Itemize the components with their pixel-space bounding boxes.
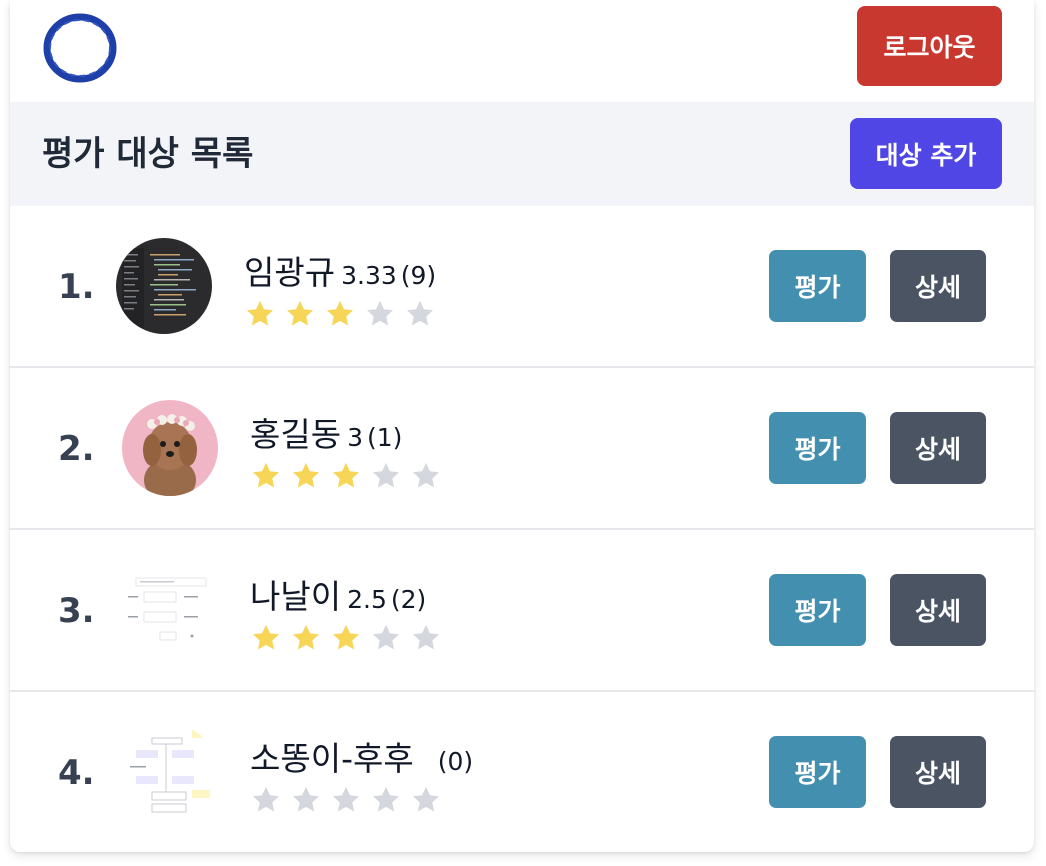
star-filled-icon — [253, 624, 279, 650]
logo-ring-icon — [43, 13, 117, 83]
star-filled-icon — [247, 300, 273, 326]
star-filled-icon — [327, 300, 353, 326]
star-filled-icon — [333, 462, 359, 488]
star-empty-icon — [333, 786, 359, 812]
item-review-count: (9) — [400, 261, 437, 290]
star-rating — [250, 784, 473, 816]
item-info: 소똥이-후후 (0) — [250, 732, 473, 816]
rank-number: 3. — [58, 591, 95, 631]
item-score: 3.33 — [341, 261, 397, 290]
main-card: 로그아웃 평가 대상 목록 대상 추가 1. 임광규 3.33 (9) 평가 상… — [10, 0, 1034, 852]
avatar — [122, 724, 218, 820]
star-empty-icon — [373, 786, 399, 812]
detail-button[interactable]: 상세 — [890, 574, 986, 646]
item-score: 3 — [347, 423, 363, 452]
item-name: 홍길동 — [250, 415, 342, 454]
avatar — [122, 562, 218, 658]
item-info: 임광규 3.33 (9) — [244, 246, 436, 330]
star-rating — [250, 622, 442, 654]
code-thumbnail-icon — [116, 238, 212, 334]
rate-button[interactable]: 평가 — [769, 250, 866, 322]
top-bar: 로그아웃 — [10, 0, 1034, 102]
rank-number: 2. — [58, 429, 95, 469]
item-name: 소똥이-후후 — [250, 739, 414, 778]
star-empty-icon — [413, 624, 439, 650]
rank-number: 1. — [58, 267, 95, 307]
star-rating — [244, 298, 436, 330]
star-filled-icon — [293, 624, 319, 650]
rank-number: 4. — [58, 753, 95, 793]
star-empty-icon — [367, 300, 393, 326]
list-item: 4. 소똥이-후후(0) 평가 상세 — [10, 692, 1034, 852]
avatar — [116, 238, 212, 334]
item-info: 나날이 2.5 (2) — [250, 570, 442, 654]
target-list: 1. 임광규 3.33 (9) 평가 상세 2. 홍길동 3 (1) 평가 상세… — [10, 206, 1034, 852]
avatar — [122, 400, 218, 496]
star-filled-icon — [293, 462, 319, 488]
logout-button[interactable]: 로그아웃 — [857, 6, 1002, 86]
item-review-count: (2) — [390, 585, 427, 614]
add-target-button[interactable]: 대상 추가 — [850, 118, 1002, 189]
star-filled-icon — [253, 462, 279, 488]
item-name: 나날이 — [250, 577, 342, 616]
star-empty-icon — [413, 786, 439, 812]
rate-button[interactable]: 평가 — [769, 736, 866, 808]
list-item: 3. 나날이 2.5 (2) 평가 상세 — [10, 530, 1034, 692]
star-filled-icon — [287, 300, 313, 326]
detail-button[interactable]: 상세 — [890, 736, 986, 808]
list-item: 2. 홍길동 3 (1) 평가 상세 — [10, 368, 1034, 530]
star-empty-icon — [373, 462, 399, 488]
star-empty-icon — [373, 624, 399, 650]
item-score: 2.5 — [347, 585, 387, 614]
section-header: 평가 대상 목록 대상 추가 — [10, 102, 1034, 206]
star-empty-icon — [407, 300, 433, 326]
star-empty-icon — [253, 786, 279, 812]
poodle-thumbnail-icon — [122, 400, 218, 496]
item-info: 홍길동 3 (1) — [250, 408, 442, 492]
item-review-count: (0) — [437, 747, 474, 776]
form-thumbnail-icon — [122, 562, 218, 658]
page-title: 평가 대상 목록 — [42, 134, 254, 174]
list-item: 1. 임광규 3.33 (9) 평가 상세 — [10, 206, 1034, 368]
star-empty-icon — [413, 462, 439, 488]
rate-button[interactable]: 평가 — [769, 574, 866, 646]
detail-button[interactable]: 상세 — [890, 412, 986, 484]
item-review-count: (1) — [367, 423, 403, 452]
star-filled-icon — [333, 624, 359, 650]
diagram-thumbnail-icon — [122, 724, 218, 820]
item-name: 임광규 — [244, 253, 336, 292]
star-empty-icon — [293, 786, 319, 812]
star-rating — [250, 460, 442, 492]
detail-button[interactable]: 상세 — [890, 250, 986, 322]
rate-button[interactable]: 평가 — [769, 412, 866, 484]
